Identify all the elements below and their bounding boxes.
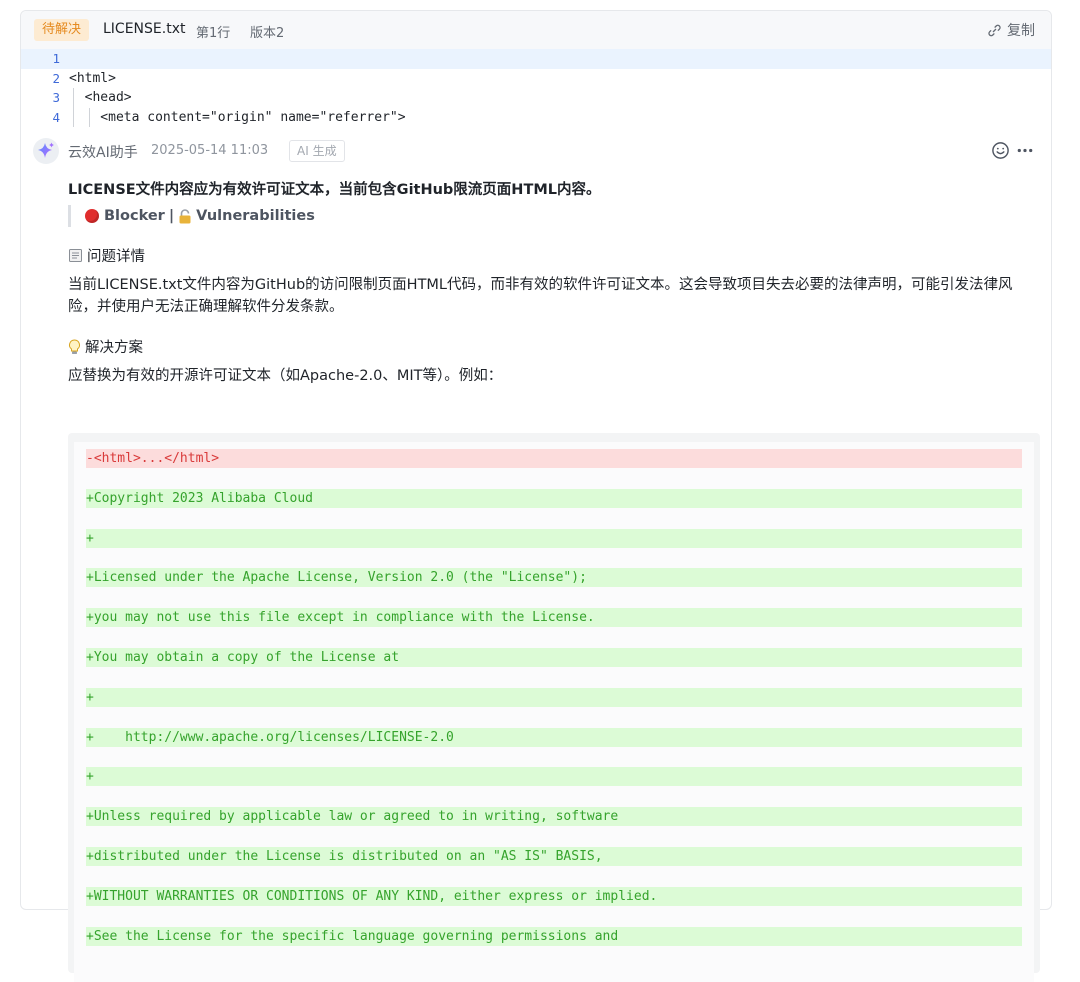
diff-line-added: + <box>86 767 1022 787</box>
code-preview: 1 2 <html> 3 <head> 4 <meta content="ori… <box>21 49 1051 127</box>
line-number-label: 第1行 <box>196 26 231 41</box>
copy-button[interactable]: 复制 <box>987 20 1035 40</box>
details-heading-text: 问题详情 <box>87 249 145 265</box>
version-label: 版本2 <box>250 26 285 41</box>
diff-line-added: +WITHOUT WARRANTIES OR CONDITIONS OF ANY… <box>86 886 1022 906</box>
red-circle-icon <box>85 209 99 223</box>
separator: | <box>168 208 175 224</box>
author-name[interactable]: 云效AI助手 <box>68 142 138 162</box>
comment-timestamp: 2025-05-14 11:03 <box>151 143 269 158</box>
memo-icon <box>69 249 82 262</box>
issue-title: LICENSE文件内容应为有效许可证文本，当前包含GitHub限流页面HTML内… <box>68 182 601 198</box>
solution-heading: 解决方案 <box>68 336 143 357</box>
sparkle-icon <box>38 142 54 158</box>
code-line[interactable]: 3 <head> <box>21 88 1051 108</box>
more-horizontal-icon[interactable] <box>1015 141 1035 160</box>
diff-line-added: +distributed under the License is distri… <box>86 847 1022 866</box>
code-line[interactable]: 1 <box>21 49 1051 69</box>
diff-line-added: +Unless required by applicable law or ag… <box>86 807 1022 827</box>
details-text: 当前LICENSE.txt文件内容为GitHub的访问限制页面HTML代码，而非… <box>68 277 1013 315</box>
lock-icon <box>179 208 191 223</box>
code-diff-block: -<html>...</html> +Copyright 2023 Alibaba… <box>68 433 1040 982</box>
code-text: <meta content="origin" name="referrer"> <box>69 109 406 125</box>
diff-line-added: + <box>86 687 1022 707</box>
code-line[interactable]: 4 <meta content="origin" name="referrer"… <box>21 107 1051 127</box>
line-number: 4 <box>52 109 60 125</box>
diff-line-added: +Licensed under the Apache License, Vers… <box>86 568 1022 588</box>
smiley-icon[interactable] <box>991 141 1010 160</box>
code-diff[interactable]: -<html>...</html> +Copyright 2023 Alibaba… <box>74 442 1034 982</box>
line-number: 2 <box>52 70 60 86</box>
diff-line-added: +you may not use this file except in com… <box>86 608 1022 628</box>
category-label: Vulnerabilities <box>196 208 315 224</box>
lightbulb-icon <box>69 338 80 354</box>
solution-text: 应替换为有效的开源许可证文本（如Apache-2.0、MIT等）。例如： <box>68 368 503 384</box>
file-name[interactable]: LICENSE.txt <box>103 21 185 37</box>
severity-label: Blocker <box>104 208 165 224</box>
avatar[interactable] <box>33 138 59 164</box>
code-text: <html> <box>69 70 116 86</box>
diff-line-removed: -<html>...</html> <box>86 449 1022 468</box>
line-number: 3 <box>52 90 60 105</box>
details-heading: 问题详情 <box>68 245 145 266</box>
copy-label: 复制 <box>1007 23 1035 39</box>
diff-line-added: +See the License for the specific langua… <box>86 926 1022 946</box>
ai-generated-badge: AI 生成 <box>289 140 345 162</box>
diff-line-added: +You may obtain a copy of the License at <box>86 648 1022 667</box>
review-comment-card: 待解决 LICENSE.txt 第1行 版本2 复制 1 2 <html> 3 … <box>20 10 1052 982</box>
solution-heading-text: 解决方案 <box>85 340 143 356</box>
severity-quote: Blocker | Vulnerabilities <box>68 205 315 227</box>
code-line[interactable]: 2 <html> <box>21 69 1051 89</box>
link-icon <box>988 24 1001 36</box>
diff-line-added: +Copyright 2023 Alibaba Cloud <box>86 488 1022 508</box>
line-number: 1 <box>52 51 60 66</box>
code-text: <head> <box>69 90 132 105</box>
file-header: 待解决 LICENSE.txt 第1行 版本2 复制 <box>21 11 1051 50</box>
diff-line-added: + http://www.apache.org/licenses/LICENSE… <box>86 727 1022 747</box>
status-badge[interactable]: 待解决 <box>34 19 90 41</box>
diff-line-added: + <box>86 528 1022 548</box>
